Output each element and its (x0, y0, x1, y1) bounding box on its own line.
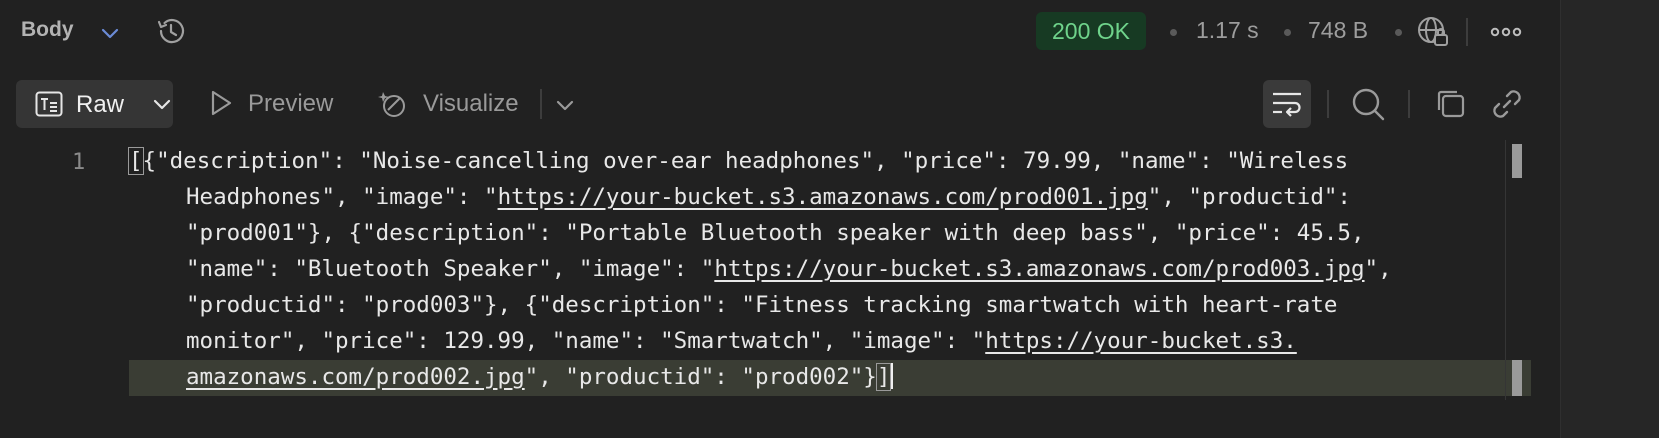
text-format-icon (35, 91, 63, 117)
text-cursor (891, 363, 894, 389)
code-text: ", "productid": (1147, 184, 1351, 210)
code-line: Headphones", "image": "https://your-buck… (129, 179, 1509, 215)
scrollbar-track (1505, 140, 1506, 400)
code-content[interactable]: [{"description": "Noise-cancelling over-… (128, 143, 1509, 395)
url-link[interactable]: https://your-bucket.s3.amazonaws.com/pro… (498, 184, 1148, 210)
link-icon[interactable] (1487, 84, 1527, 124)
divider (1466, 18, 1468, 46)
more-options-icon[interactable] (1489, 20, 1523, 44)
code-text: "prod001"}, {"description": "Portable Bl… (186, 220, 1365, 246)
code-line: monitor", "price": 129.99, "name": "Smar… (129, 323, 1509, 359)
code-line: amazonaws.com/prod002.jpg", "productid":… (129, 359, 1509, 395)
response-header-bar: Body 200 OK 1.17 s 748 B (0, 0, 1560, 64)
code-text: "name": "Bluetooth Speaker", "image": " (186, 256, 715, 282)
separator-dot (1284, 29, 1291, 36)
close-bracket: ] (875, 363, 892, 391)
word-wrap-icon (1273, 92, 1301, 117)
play-icon (211, 90, 232, 116)
raw-view-dropdown[interactable]: Raw (16, 80, 173, 128)
url-link[interactable]: amazonaws.com/prod002.jpg (186, 364, 525, 390)
search-icon[interactable] (1348, 84, 1388, 124)
history-icon[interactable] (154, 14, 188, 48)
scrollbar-thumb[interactable] (1512, 144, 1522, 178)
visualize-label: Visualize (423, 90, 519, 117)
response-time[interactable]: 1.17 s (1196, 17, 1259, 44)
raw-label: Raw (76, 91, 125, 118)
url-link[interactable]: https://your-bucket.s3. (985, 328, 1297, 354)
code-line: [{"description": "Noise-cancelling over-… (128, 143, 1509, 179)
line-number: 1 (72, 150, 86, 175)
status-badge[interactable]: 200 OK (1036, 12, 1146, 50)
code-text: "productid": "prod003"}, {"description":… (186, 292, 1338, 318)
code-text: {"description": "Noise-cancelling over-e… (142, 148, 1349, 174)
divider (540, 89, 542, 119)
copy-icon[interactable] (1431, 84, 1471, 124)
word-wrap-toggle[interactable] (1263, 80, 1311, 128)
visualize-icon (378, 92, 405, 117)
preview-label: Preview (248, 90, 334, 117)
open-bracket: [ (128, 147, 144, 175)
chevron-down-icon[interactable] (98, 21, 122, 45)
response-body-editor[interactable]: 1 [{"description": "Noise-cancelling ove… (0, 140, 1560, 438)
body-tab-label[interactable]: Body (21, 18, 74, 42)
scrollbar-marker (1512, 360, 1522, 396)
code-text: ", (1364, 256, 1392, 282)
network-globe-lock-icon[interactable] (1416, 15, 1450, 49)
code-text: monitor", "price": 129.99, "name": "Smar… (186, 328, 986, 354)
code-line: "productid": "prod003"}, {"description":… (129, 287, 1509, 323)
response-size[interactable]: 748 B (1308, 17, 1368, 44)
preview-button[interactable]: Preview (208, 86, 348, 122)
chevron-down-icon[interactable] (553, 93, 577, 117)
visualize-button[interactable]: Visualize (378, 86, 528, 122)
divider (1327, 90, 1329, 118)
chevron-down-icon (153, 99, 171, 110)
code-text: Headphones", "image": " (186, 184, 498, 210)
divider (1408, 90, 1410, 118)
url-link[interactable]: https://your-bucket.s3.amazonaws.com/pro… (714, 256, 1364, 282)
right-panel-gutter (1560, 0, 1659, 438)
code-line: "name": "Bluetooth Speaker", "image": "h… (129, 251, 1509, 287)
separator-dot (1170, 29, 1177, 36)
code-line: "prod001"}, {"description": "Portable Bl… (129, 215, 1509, 251)
code-text: ", "productid": "prod002"} (524, 364, 877, 390)
separator-dot (1395, 29, 1402, 36)
